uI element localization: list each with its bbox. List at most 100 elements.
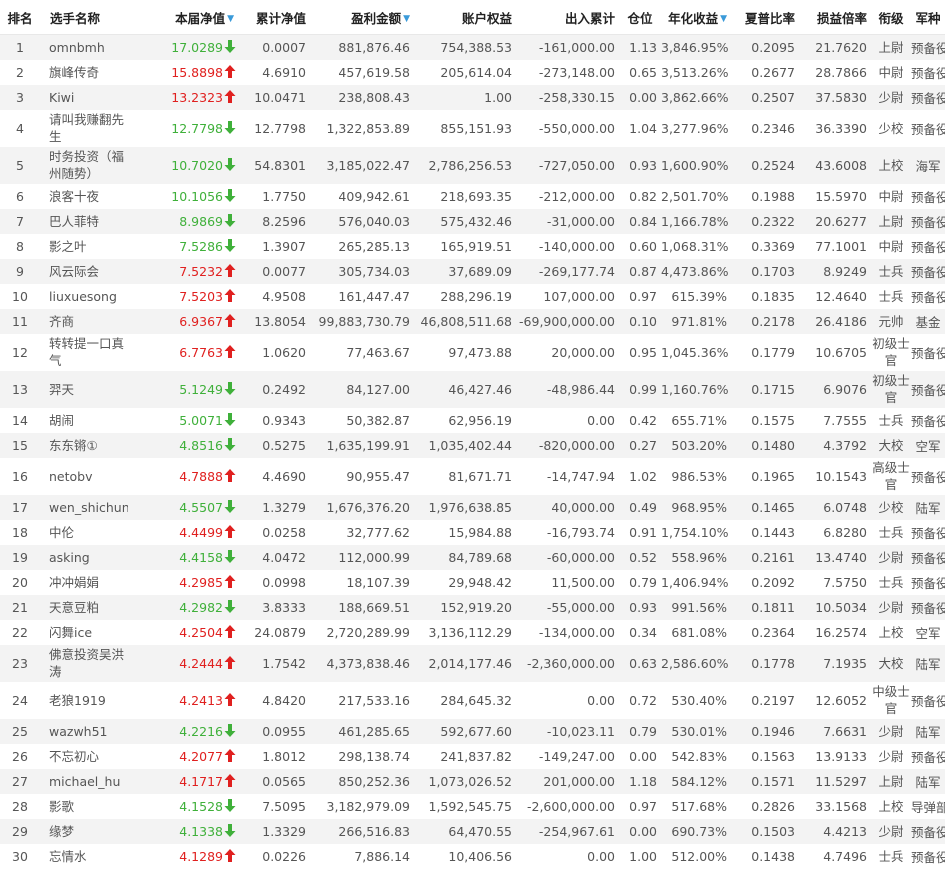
cell-sharpe: 0.1703 bbox=[751, 263, 795, 279]
table-row[interactable]: 20 冲冲娟娟 4.2985 0.0998 18,107.39 29,948.42 11,5… bbox=[0, 569, 945, 595]
table-row[interactable]: 29 缘梦 4.1338 1.3329 266,516.83 64,470.55 -254,… bbox=[0, 818, 945, 844]
cell-player-name[interactable]: 风云际会 bbox=[40, 259, 128, 284]
table-row[interactable]: 7 巴人菲特 8.9869 8.2596 576,040.03 575,432.46 -31… bbox=[0, 208, 945, 234]
cell-player-name[interactable]: liuxuesong bbox=[40, 284, 128, 309]
cell-player-name[interactable]: 影之叶 bbox=[40, 234, 128, 259]
cell-player-name[interactable]: 羿天 bbox=[40, 371, 128, 408]
cell-pl-ratio: 13.9133 bbox=[815, 748, 867, 764]
cell-equity: 81,671.71 bbox=[448, 468, 512, 484]
table-row[interactable]: 30 忘情水 4.1289 0.0226 7,886.14 10,406.56 0.00 1.… bbox=[0, 843, 945, 869]
cell-player-name[interactable]: 缘梦 bbox=[40, 819, 128, 844]
sort-desc-icon[interactable]: ▼ bbox=[227, 14, 234, 24]
table-row[interactable]: 21 天意豆粕 4.2982 3.8333 188,669.51 152,919.20 -5… bbox=[0, 594, 945, 620]
cell-profit: 1,676,376.20 bbox=[326, 499, 411, 515]
table-row[interactable]: 16 netobv 4.7888 4.4690 90,955.47 81,671.71 -1… bbox=[0, 457, 945, 495]
cell-player-name[interactable]: 中伦 bbox=[40, 520, 128, 545]
table-row[interactable]: 4 请叫我赚翻先生 12.7798 12.7798 1,322,853.89 855,15… bbox=[0, 109, 945, 147]
header-sharpe[interactable]: 夏普比率 bbox=[731, 0, 799, 35]
cell-military-rank: 初级士官 bbox=[872, 373, 910, 405]
header-equity[interactable]: 账户权益 bbox=[414, 0, 516, 35]
cell-annual: 2,501.70% bbox=[661, 188, 729, 204]
cell-cum-nav: 8.2596 bbox=[262, 213, 306, 229]
table-row[interactable]: 3 Kiwi 13.2323 10.0471 238,808.43 1.00 -258,33… bbox=[0, 84, 945, 110]
header-pl-ratio[interactable]: 损益倍率 bbox=[799, 0, 871, 35]
table-row[interactable]: 19 asking 4.4158 4.0472 112,000.99 84,789.68 -… bbox=[0, 544, 945, 570]
header-title[interactable]: 衔级 bbox=[871, 0, 911, 35]
table-row[interactable]: 11 齐商 6.9367 13.8054 99,883,730.79 46,808,511… bbox=[0, 308, 945, 334]
cell-player-name[interactable]: 冲冲娟娟 bbox=[40, 570, 128, 595]
cell-position: 0.82 bbox=[629, 188, 657, 204]
cell-sharpe: 0.1779 bbox=[751, 344, 795, 360]
sort-desc-icon[interactable]: ▼ bbox=[720, 14, 727, 24]
cell-position: 0.60 bbox=[629, 238, 657, 254]
table-row[interactable]: 25 wazwh51 4.2216 0.0955 461,285.65 592,677.6… bbox=[0, 718, 945, 744]
cell-player-name[interactable]: 齐商 bbox=[40, 309, 128, 334]
cell-player-name[interactable]: 请叫我赚翻先生 bbox=[40, 110, 128, 147]
cell-player-name[interactable]: 旗峰传奇 bbox=[40, 60, 128, 85]
cell-player-name[interactable]: 时务投资（福州随势） bbox=[40, 147, 128, 184]
cell-player-name[interactable]: 浪客十夜 bbox=[40, 184, 128, 209]
table-row[interactable]: 13 羿天 5.1249 0.2492 84,127.00 46,427.46 -48,98… bbox=[0, 370, 945, 408]
nav-value: 4.2413 bbox=[179, 692, 223, 708]
cell-rank: 19 bbox=[12, 549, 28, 565]
table-row[interactable]: 12 转转提一口真气 6.7763 1.0620 77,463.67 97,473.88 2… bbox=[0, 333, 945, 371]
table-row[interactable]: 6 浪客十夜 10.1056 1.7750 409,942.61 218,693.35 -2… bbox=[0, 183, 945, 209]
header-cum-nav[interactable]: 累计净值 bbox=[238, 0, 310, 35]
header-nav[interactable]: 本届净值 ▼ bbox=[128, 0, 238, 35]
table-row[interactable]: 28 影歌 4.1528 7.5095 3,182,979.09 1,592,545.75… bbox=[0, 793, 945, 819]
table-row[interactable]: 14 胡闹 5.0071 0.9343 50,382.87 62,956.19 0.00 0.… bbox=[0, 407, 945, 433]
cell-player-name[interactable]: wazwh51 bbox=[40, 719, 128, 744]
cell-pl-ratio: 16.2574 bbox=[815, 624, 867, 640]
header-profit[interactable]: 盈利金额 ▼ bbox=[310, 0, 414, 35]
cell-player-name[interactable]: 佛意投资吴洪涛 bbox=[40, 645, 128, 682]
cell-branch: 陆军 bbox=[915, 500, 941, 516]
table-row[interactable]: 24 老狼1919 4.2413 4.8420 217,533.16 284,645.32… bbox=[0, 681, 945, 719]
cell-player-name[interactable]: netobv bbox=[40, 458, 128, 495]
cell-player-name[interactable]: asking bbox=[40, 545, 128, 570]
header-rank[interactable]: 排名 bbox=[0, 0, 40, 35]
cell-player-name[interactable]: 不忘初心 bbox=[40, 744, 128, 769]
table-row[interactable]: 26 不忘初心 4.2077 1.8012 298,138.74 241,837.82 -1… bbox=[0, 743, 945, 769]
cell-military-rank: 上尉 bbox=[878, 39, 904, 55]
table-row[interactable]: 22 闪舞ice 4.2504 24.0879 2,720,289.99 3,136,11… bbox=[0, 619, 945, 645]
cell-sharpe: 0.1563 bbox=[751, 748, 795, 764]
table-row[interactable]: 18 中伦 4.4499 0.0258 32,777.62 15,984.88 -16,79… bbox=[0, 519, 945, 545]
header-position[interactable]: 仓位 bbox=[619, 0, 661, 35]
cell-player-name[interactable]: 东东锵① bbox=[40, 433, 128, 458]
cell-player-name[interactable]: 转转提一口真气 bbox=[40, 334, 128, 371]
table-row[interactable]: 15 东东锵① 4.8516 0.5275 1,635,199.91 1,035,402.… bbox=[0, 432, 945, 458]
cell-profit: 7,886.14 bbox=[354, 848, 410, 864]
table-row[interactable]: 5 时务投资（福州随势） 10.7020 54.8301 3,185,022.47 2,7… bbox=[0, 146, 945, 184]
header-name[interactable]: 选手名称 bbox=[40, 0, 128, 35]
cell-player-name[interactable]: 天意豆粕 bbox=[40, 595, 128, 620]
cell-cum-nav: 0.2492 bbox=[262, 381, 306, 397]
table-row[interactable]: 17 wen_shichun 4.5507 1.3279 1,676,376.20 1,9… bbox=[0, 494, 945, 520]
cell-annual: 3,862.66% bbox=[661, 89, 729, 105]
cell-player-name[interactable]: 老狼1919 bbox=[40, 682, 128, 719]
cell-equity: 64,470.55 bbox=[448, 823, 512, 839]
cell-player-name[interactable]: 巴人菲特 bbox=[40, 209, 128, 234]
cell-player-name[interactable]: 闪舞ice bbox=[40, 620, 128, 645]
cell-player-name[interactable]: michael_hu bbox=[40, 769, 128, 794]
cell-player-name[interactable]: omnbmh bbox=[40, 35, 128, 60]
cell-equity: 1.00 bbox=[484, 89, 512, 105]
cell-player-name[interactable]: Kiwi bbox=[40, 85, 128, 110]
cell-player-name[interactable]: 胡闹 bbox=[40, 408, 128, 433]
table-row[interactable]: 10 liuxuesong 7.5203 4.9508 161,447.47 288,29… bbox=[0, 283, 945, 309]
header-flow[interactable]: 出入累计 bbox=[516, 0, 619, 35]
cell-rank: 17 bbox=[12, 499, 28, 515]
header-branch[interactable]: 军种 bbox=[911, 0, 945, 35]
sort-desc-icon[interactable]: ▼ bbox=[403, 14, 410, 24]
table-row[interactable]: 2 旗峰传奇 15.8898 4.6910 457,619.58 205,614.04 -2… bbox=[0, 59, 945, 85]
cell-player-name[interactable]: 影歌 bbox=[40, 794, 128, 819]
table-row[interactable]: 1 omnbmh 17.0289 0.0007 881,876.46 754,388.53… bbox=[0, 34, 945, 60]
header-annual[interactable]: 年化收益 ▼ bbox=[661, 0, 731, 35]
cell-player-name[interactable]: wen_shichun bbox=[40, 495, 128, 520]
table-row[interactable]: 27 michael_hu 4.1717 0.0565 850,252.36 1,073,… bbox=[0, 768, 945, 794]
table-row[interactable]: 9 风云际会 7.5232 0.0077 305,734.03 37,689.09 -269… bbox=[0, 258, 945, 284]
table-row[interactable]: 8 影之叶 7.5286 1.3907 265,285.13 165,919.51 -140… bbox=[0, 233, 945, 259]
cell-player-name[interactable]: 忘情水 bbox=[40, 844, 128, 869]
cell-position: 0.00 bbox=[629, 823, 657, 839]
table-row[interactable]: 23 佛意投资吴洪涛 4.2444 1.7542 4,373,838.46 2,014,1… bbox=[0, 644, 945, 682]
cell-military-rank: 上校 bbox=[878, 798, 904, 814]
